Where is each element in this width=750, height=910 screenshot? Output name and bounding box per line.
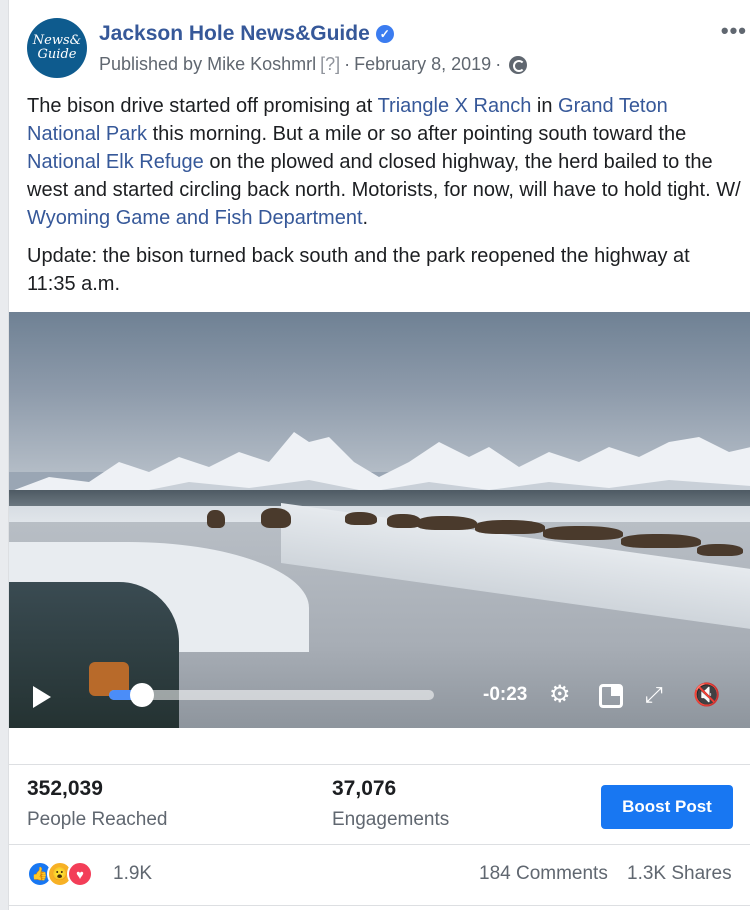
bison	[417, 516, 477, 530]
reaction-icons[interactable]: 👍 😮 ♥	[27, 861, 93, 887]
link-wyoming-game-fish[interactable]: Wyoming Game and Fish Department	[27, 207, 363, 229]
link-triangle-x-ranch[interactable]: Triangle X Ranch	[378, 95, 532, 117]
help-link[interactable]: [?]	[320, 54, 340, 75]
reactions-bar: 👍 😮 ♥ 1.9K 184 Comments 1.3K Shares	[9, 844, 750, 906]
text-segment: .	[362, 207, 369, 229]
picture-in-picture-icon[interactable]	[599, 684, 623, 708]
more-options-icon[interactable]: •••	[721, 18, 747, 44]
published-by: Published by Mike Koshmrl	[99, 54, 317, 74]
text-segment: this morning. But a mile or so after poi…	[147, 123, 687, 145]
post-header: News& Guide Jackson Hole News&Guide ✓ Pub…	[27, 18, 747, 82]
settings-gear-icon[interactable]: ⚙	[549, 682, 571, 708]
boost-post-button[interactable]: Boost Post	[601, 785, 733, 829]
page-avatar[interactable]: News& Guide	[27, 18, 87, 78]
engagements-label: Engagements	[332, 809, 450, 830]
bison	[621, 534, 701, 548]
link-national-elk-refuge[interactable]: National Elk Refuge	[27, 151, 204, 173]
reaction-count[interactable]: 1.9K	[113, 863, 152, 885]
post-paragraph-2: Update: the bison turned back south and …	[27, 245, 690, 295]
people-reached-label: People Reached	[27, 809, 168, 830]
globe-icon[interactable]	[509, 55, 528, 74]
page-name[interactable]: Jackson Hole News&Guide	[99, 22, 370, 45]
bison	[207, 510, 225, 528]
page-name-link[interactable]: Jackson Hole News&Guide ✓	[99, 22, 394, 46]
love-icon: ♥	[67, 861, 93, 887]
separator: ·	[344, 54, 351, 74]
comments-count[interactable]: 184 Comments	[479, 863, 608, 885]
bison	[261, 508, 291, 528]
post-text: The bison drive started off promising at…	[27, 92, 742, 308]
text-segment: The bison drive started off promising at	[27, 95, 378, 117]
people-reached-stat[interactable]: 352,039 People Reached	[27, 777, 168, 831]
play-icon[interactable]	[33, 686, 51, 708]
video-controls: -0:23 ⚙ ⤢ 🔇	[9, 672, 750, 728]
bison	[697, 544, 743, 556]
engagements-count: 37,076	[332, 777, 397, 800]
mute-icon[interactable]: 🔇	[693, 682, 720, 708]
bison	[387, 514, 421, 528]
video-time-remaining: -0:23	[483, 684, 528, 705]
fullscreen-icon[interactable]: ⤢	[645, 682, 663, 708]
post-paragraph-1: The bison drive started off promising at…	[27, 92, 742, 232]
post-insights: 352,039 People Reached 37,076 Engagement…	[9, 764, 750, 844]
video-scrubber-handle[interactable]	[130, 683, 154, 707]
bison	[543, 526, 623, 540]
people-reached-count: 352,039	[27, 777, 103, 800]
video-progress-track[interactable]	[109, 690, 434, 700]
engagements-stat[interactable]: 37,076 Engagements	[332, 777, 449, 831]
bison	[345, 512, 377, 525]
separator: ·	[495, 54, 502, 74]
text-segment: in	[531, 95, 559, 117]
verified-badge-icon: ✓	[375, 25, 394, 43]
shares-count[interactable]: 1.3K Shares	[627, 863, 732, 885]
avatar-text-line2: Guide	[37, 47, 77, 62]
post-meta: Published by Mike Koshmrl [?] · February…	[99, 54, 528, 75]
avatar-text-line1: News&	[32, 33, 82, 48]
bison	[475, 520, 545, 534]
post-date[interactable]: February 8, 2019	[354, 54, 491, 75]
post-card: News& Guide Jackson Hole News&Guide ✓ Pub…	[8, 0, 750, 910]
video-player[interactable]: -0:23 ⚙ ⤢ 🔇	[9, 312, 750, 728]
